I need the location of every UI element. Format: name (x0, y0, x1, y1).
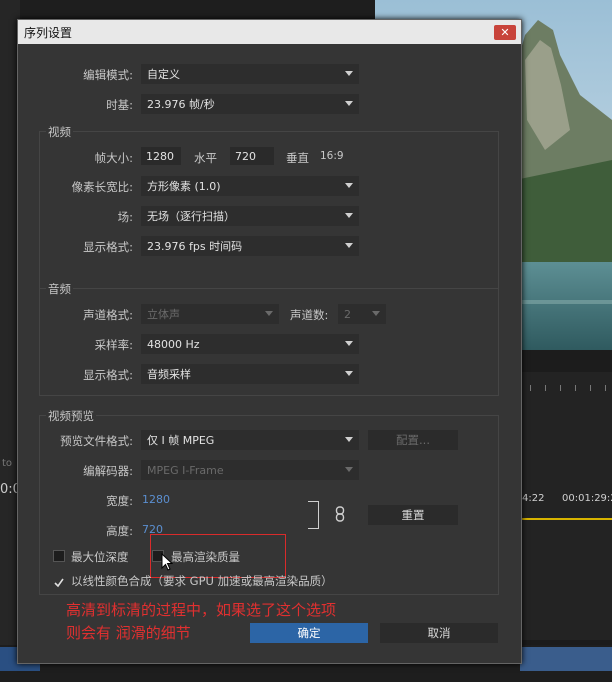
horizontal-label: 水平 (194, 151, 217, 165)
pixel-aspect-label: 像素长宽比: (71, 180, 133, 194)
channels-value: 2 (344, 307, 351, 321)
chevron-down-icon (345, 371, 353, 376)
frame-size-label: 帧大小: (94, 151, 133, 165)
annotation-line-1: 高清到标清的过程中，如果选了这个选项 (66, 601, 337, 619)
cancel-button[interactable]: 取消 (380, 623, 498, 643)
background-left-label: to (2, 458, 13, 469)
channels-label: 声道数: (290, 308, 329, 322)
fields-dropdown[interactable]: 无场（逐行扫描） (141, 206, 359, 226)
configure-button[interactable]: 配置... (368, 430, 458, 450)
chevron-down-icon (345, 183, 353, 188)
frame-height-input[interactable]: 720 (230, 147, 274, 165)
dialog-titlebar: 序列设置 ✕ (18, 20, 521, 44)
ok-button[interactable]: 确定 (250, 623, 368, 643)
ruler-tick (545, 385, 546, 391)
link-bracket (308, 501, 319, 529)
preview-width-value[interactable]: 1280 (142, 493, 170, 506)
codec-label: 编解码器: (83, 464, 133, 478)
fields-label: 场: (117, 210, 133, 224)
audio-legend: 音频 (46, 281, 73, 297)
frame-width-value: 1280 (146, 149, 174, 163)
ruler-tick (590, 385, 591, 391)
frame-width-input[interactable]: 1280 (141, 147, 181, 165)
timeline-timecode-1: 4:22 (522, 493, 545, 504)
chevron-down-icon (265, 311, 273, 316)
channels-dropdown[interactable]: 2 (338, 304, 386, 324)
video-legend: 视频 (46, 124, 73, 140)
background-timeline-header (0, 0, 375, 18)
ruler-tick (530, 385, 531, 391)
edit-mode-dropdown[interactable]: 自定义 (141, 64, 359, 84)
timebase-dropdown[interactable]: 23.976 帧/秒 (141, 94, 359, 114)
video-display-format-label: 显示格式: (83, 240, 133, 254)
edit-mode-label: 编辑模式: (83, 68, 133, 82)
linear-color-checkbox[interactable] (53, 574, 65, 588)
channel-format-dropdown[interactable]: 立体声 (141, 304, 279, 324)
fields-value: 无场（逐行扫描） (147, 210, 235, 223)
chevron-down-icon (345, 437, 353, 442)
aspect-ratio-text: 16:9 (320, 150, 344, 162)
video-display-format-value: 23.976 fps 时间码 (147, 240, 243, 253)
preview-file-format-dropdown[interactable]: 仅 I 帧 MPEG (141, 430, 359, 450)
audio-display-format-value: 音频采样 (147, 368, 191, 381)
sample-rate-label: 采样率: (94, 338, 133, 352)
video-preview-legend: 视频预览 (46, 408, 96, 424)
preview-width-label: 宽度: (106, 494, 133, 508)
channel-format-value: 立体声 (147, 308, 180, 321)
audio-display-format-dropdown[interactable]: 音频采样 (141, 364, 359, 384)
ruler-tick (605, 385, 606, 391)
linear-color-label: 以线性颜色合成（要求 GPU 加速或最高渲染品质） (71, 574, 333, 588)
timeline-work-area-bar (520, 518, 612, 520)
codec-dropdown[interactable]: MPEG I-Frame (141, 460, 359, 480)
pixel-aspect-value: 方形像素 (1.0) (147, 180, 221, 193)
timeline-timecode-2: 00:01:29:2 (562, 493, 612, 504)
reset-button[interactable]: 重置 (368, 505, 458, 525)
chevron-down-icon (345, 243, 353, 248)
preview-file-format-value: 仅 I 帧 MPEG (147, 434, 215, 447)
sample-rate-value: 48000 Hz (147, 337, 200, 351)
preview-height-label: 高度: (106, 524, 133, 538)
chevron-down-icon (372, 311, 380, 316)
chevron-down-icon (345, 213, 353, 218)
pixel-aspect-dropdown[interactable]: 方形像素 (1.0) (141, 176, 359, 196)
chevron-down-icon (345, 467, 353, 472)
chain-link-icon[interactable] (335, 506, 345, 522)
ruler-tick (575, 385, 576, 391)
vertical-label: 垂直 (286, 151, 309, 165)
dialog-title: 序列设置 (24, 25, 73, 40)
timebase-label: 时基: (106, 98, 133, 112)
track-clip (520, 647, 612, 671)
annotation-line-2: 则会有 润滑的细节 (66, 624, 191, 642)
codec-value: MPEG I-Frame (147, 463, 224, 477)
chevron-down-icon (345, 341, 353, 346)
edit-mode-value: 自定义 (147, 68, 180, 81)
chevron-down-icon (345, 71, 353, 76)
close-icon[interactable]: ✕ (494, 24, 516, 40)
timebase-value: 23.976 帧/秒 (147, 98, 215, 111)
audio-display-format-label: 显示格式: (83, 368, 133, 382)
sequence-settings-dialog: 序列设置 ✕ 编辑模式: 自定义 时基: 23.976 帧/秒 视频 帧大小: … (17, 19, 522, 664)
chevron-down-icon (345, 101, 353, 106)
sample-rate-dropdown[interactable]: 48000 Hz (141, 334, 359, 354)
frame-height-value: 720 (235, 149, 256, 163)
max-bit-depth-label: 最大位深度 (71, 550, 129, 564)
channel-format-label: 声道格式: (83, 308, 133, 322)
preview-file-format-label: 预览文件格式: (60, 434, 133, 448)
ruler-tick (560, 385, 561, 391)
video-display-format-dropdown[interactable]: 23.976 fps 时间码 (141, 236, 359, 256)
max-bit-depth-checkbox[interactable] (53, 550, 65, 562)
mouse-cursor-icon (161, 552, 174, 571)
